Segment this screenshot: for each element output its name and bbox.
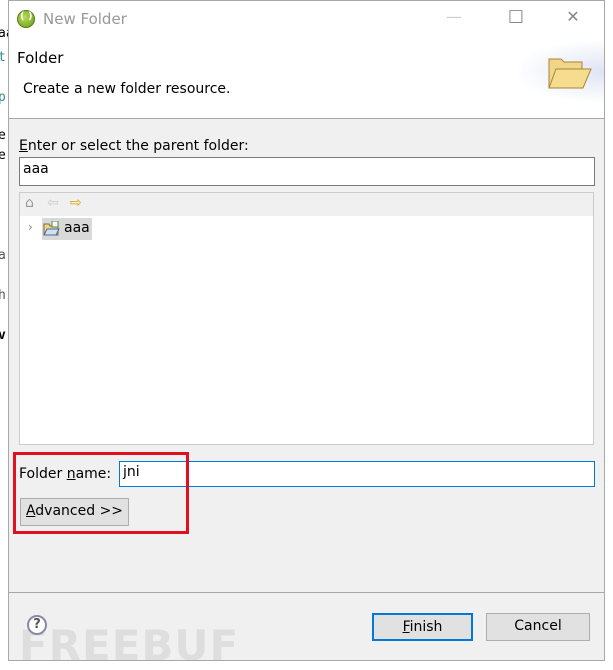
watermark: FREEBUF <box>19 621 240 670</box>
page-description: Create a new folder resource. <box>23 81 231 97</box>
editor-fragment: e <box>0 128 6 143</box>
back-arrow-icon[interactable]: ⇦ <box>47 195 59 211</box>
maximize-button[interactable]: ☐ <box>501 7 531 31</box>
close-button[interactable]: ✕ <box>558 7 588 31</box>
minimize-button[interactable]: — <box>439 7 469 31</box>
forward-arrow-icon[interactable]: ⇨ <box>70 195 82 211</box>
editor-fragment: p <box>0 90 6 105</box>
editor-fragment: e <box>0 148 6 163</box>
button-bar-separator <box>9 592 604 593</box>
tree-item-label: aaa <box>64 220 90 236</box>
page-title: Folder <box>17 49 64 67</box>
home-icon[interactable]: ⌂ <box>25 195 34 211</box>
folder-name-input[interactable]: jni <box>119 461 595 487</box>
editor-fragment: v <box>0 328 6 343</box>
highlight-annotation <box>13 452 189 534</box>
editor-fragment: aa <box>0 26 8 41</box>
chevron-right-icon[interactable]: › <box>28 220 33 234</box>
editor-fragment: a <box>0 248 6 263</box>
wizard-header: Folder Create a new folder resource. <box>9 39 604 119</box>
folder-tree[interactable]: ⌂ ⇦ ⇨ › aaa <box>19 192 594 445</box>
parent-folder-input[interactable]: aaa <box>19 157 595 186</box>
editor-fragment: h <box>0 288 6 303</box>
help-icon[interactable]: ? <box>27 615 47 635</box>
parent-folder-label: Enter or select the parent folder: <box>19 138 249 154</box>
new-folder-dialog: New Folder — ☐ ✕ Folder Create a new fol… <box>8 0 605 670</box>
project-folder-icon <box>43 221 60 236</box>
window-title: New Folder <box>43 10 127 28</box>
background-right <box>605 0 613 668</box>
background-editor: aa t p e e a h v <box>0 0 8 668</box>
editor-fragment: t <box>0 50 6 65</box>
folder-banner-icon <box>548 58 592 89</box>
tree-item[interactable]: › aaa <box>20 218 593 240</box>
title-bar[interactable]: New Folder — ☐ ✕ <box>9 1 604 39</box>
tree-toolbar: ⌂ ⇦ ⇨ <box>20 193 593 216</box>
cancel-button[interactable]: Cancel <box>486 613 590 641</box>
finish-button[interactable]: Finish <box>372 613 473 641</box>
eclipse-app-icon <box>17 10 35 28</box>
